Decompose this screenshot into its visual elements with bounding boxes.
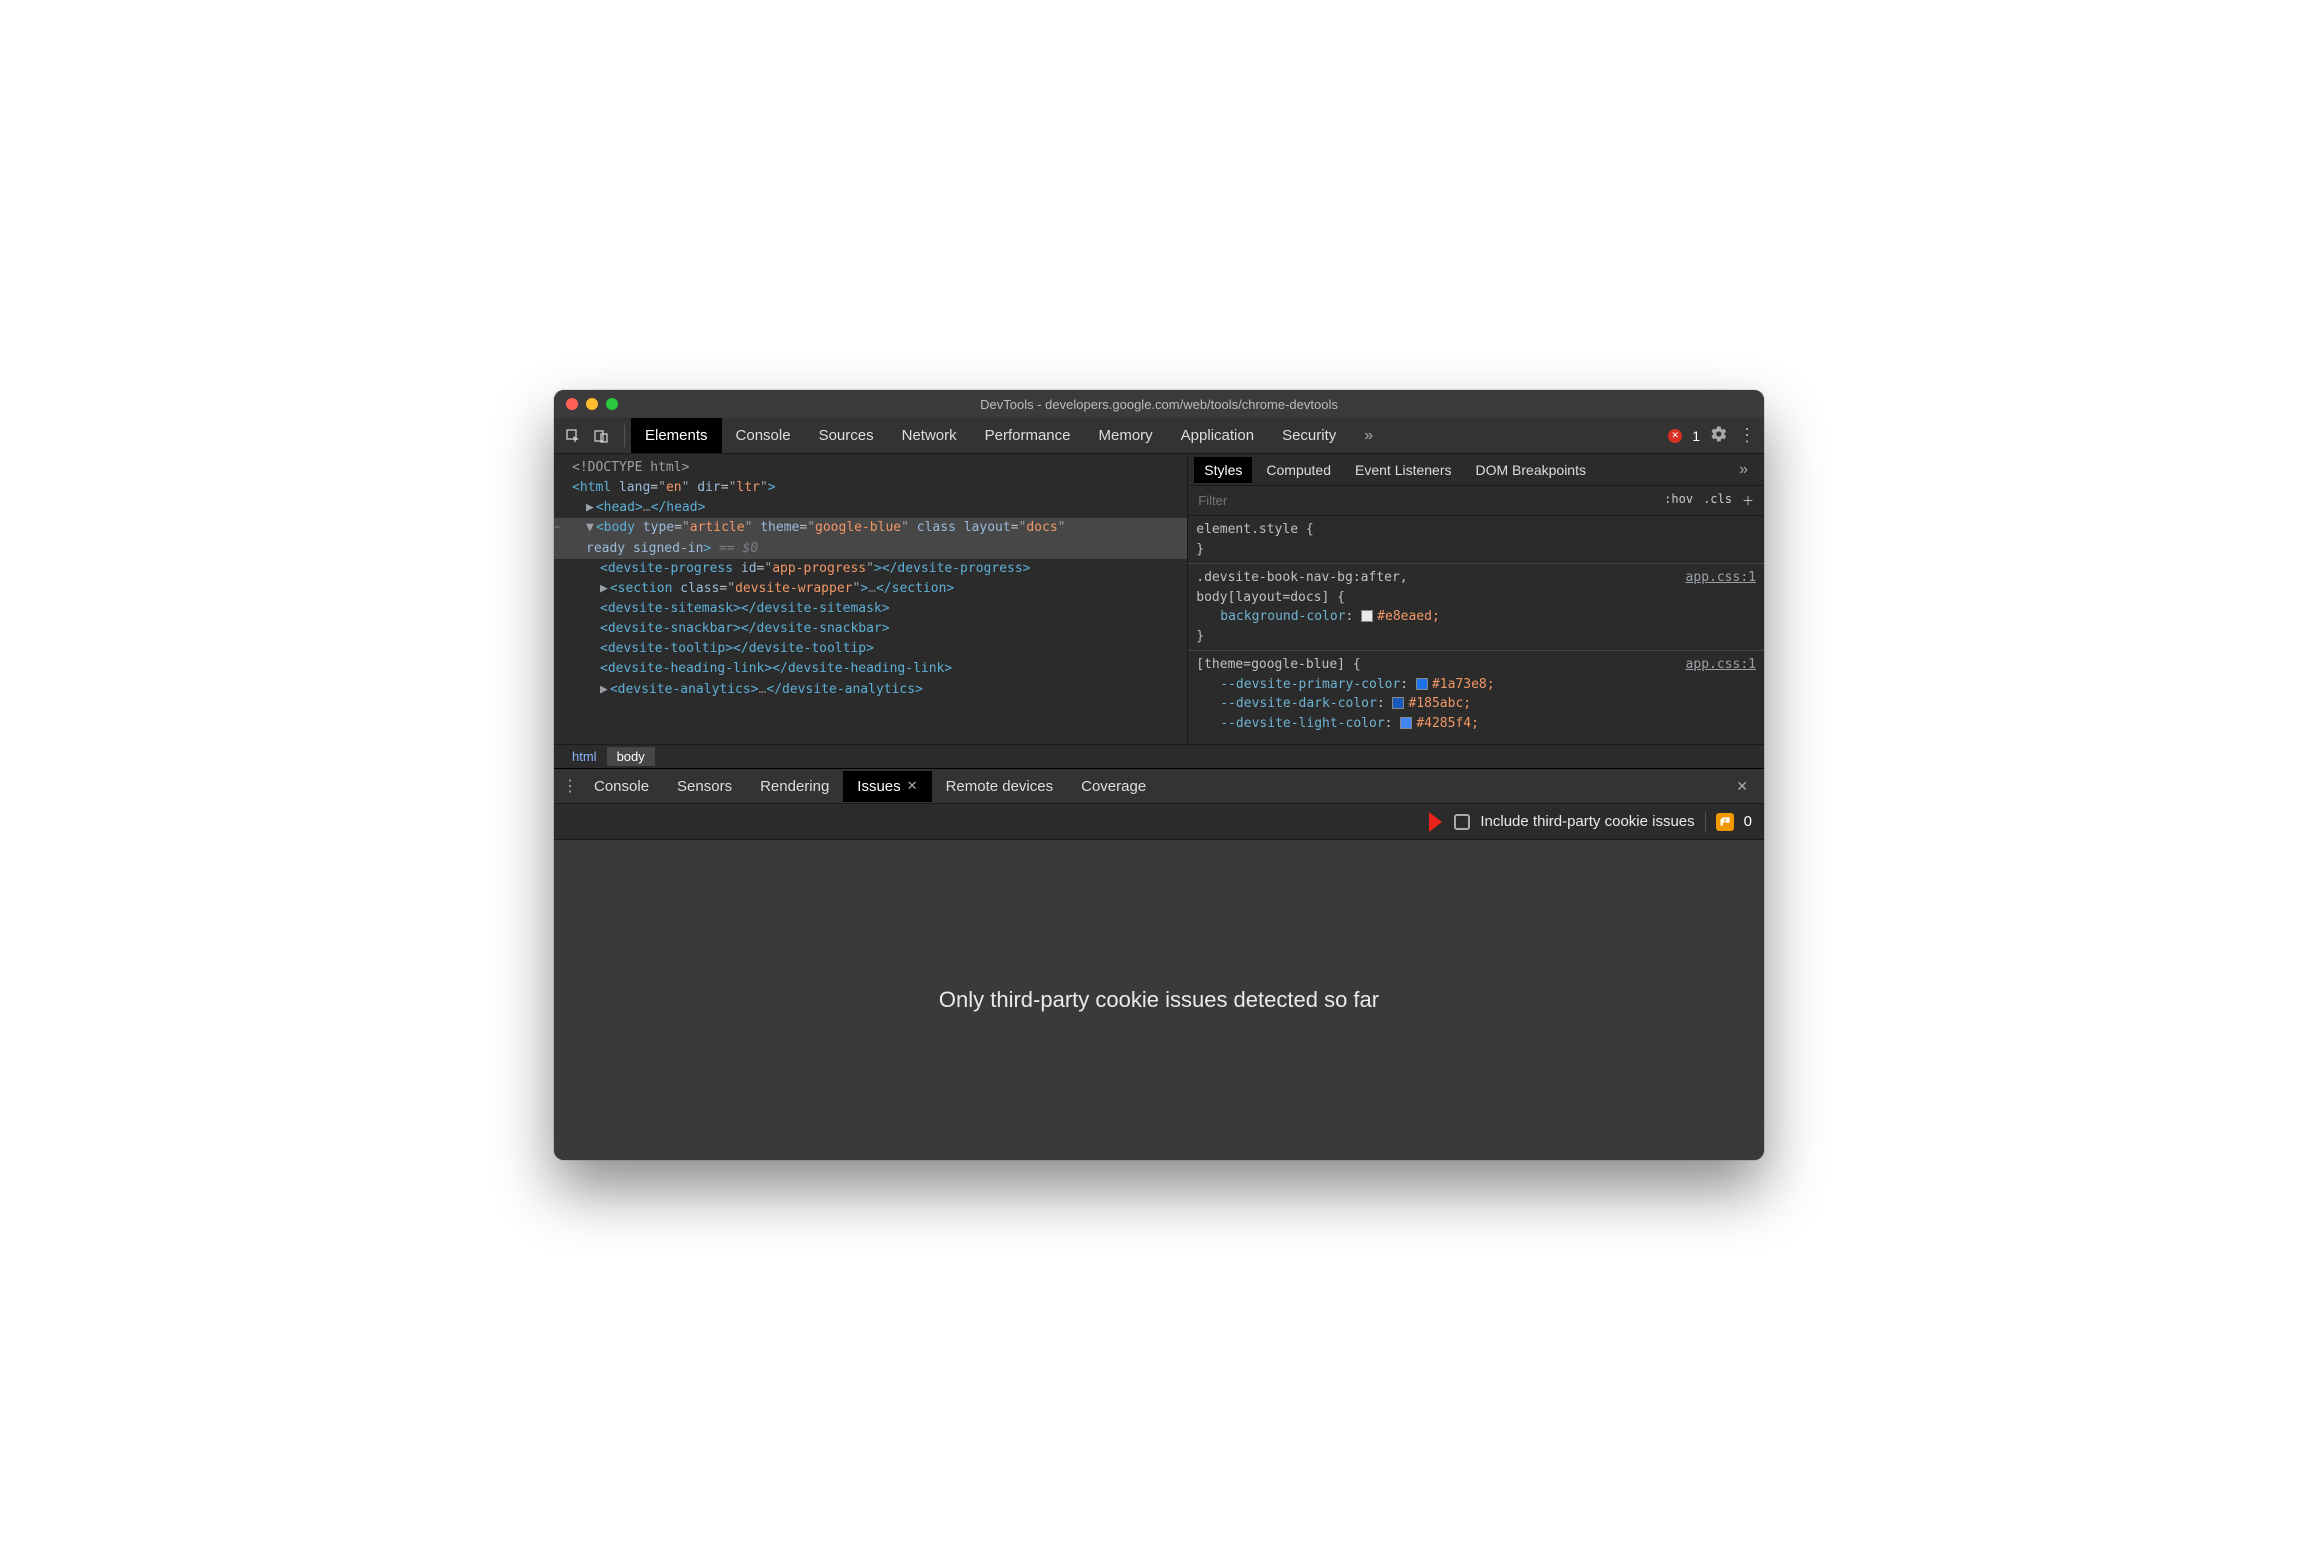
drawer-menu-icon[interactable]: ⋮ bbox=[560, 776, 580, 796]
main-split: <!DOCTYPE html> <html lang="en" dir="ltr… bbox=[554, 454, 1764, 744]
third-party-checkbox-label: Include third-party cookie issues bbox=[1480, 813, 1694, 830]
titlebar: DevTools - developers.google.com/web/too… bbox=[554, 390, 1764, 418]
inspect-icon[interactable] bbox=[562, 425, 584, 447]
kebab-menu-icon[interactable]: ⋮ bbox=[1738, 425, 1756, 446]
new-rule-button[interactable]: ＋ bbox=[1742, 492, 1754, 509]
dom-line[interactable]: ▶<head>…</head> bbox=[554, 498, 1187, 518]
traffic-lights bbox=[554, 398, 618, 410]
crumb-html[interactable]: html bbox=[562, 747, 607, 766]
styles-filter-actions: :hov .cls ＋ bbox=[1664, 492, 1764, 509]
issues-empty-message: Only third-party cookie issues detected … bbox=[939, 987, 1379, 1013]
drawer-tab-sensors[interactable]: Sensors bbox=[663, 771, 746, 802]
separator bbox=[1705, 812, 1706, 832]
close-window-button[interactable] bbox=[566, 398, 578, 410]
tab-security[interactable]: Security bbox=[1268, 418, 1350, 453]
styles-filter-row: :hov .cls ＋ bbox=[1188, 486, 1764, 516]
cls-toggle[interactable]: .cls bbox=[1703, 492, 1732, 509]
drawer-tab-remote-devices[interactable]: Remote devices bbox=[932, 771, 1068, 802]
styles-pane: Styles Computed Event Listeners DOM Brea… bbox=[1187, 454, 1764, 744]
more-tabs[interactable]: » bbox=[1350, 418, 1387, 453]
drawer-tab-console[interactable]: Console bbox=[580, 771, 663, 802]
dom-line[interactable]: <devsite-heading-link></devsite-heading-… bbox=[554, 659, 1187, 679]
hov-toggle[interactable]: :hov bbox=[1664, 492, 1693, 509]
dom-line[interactable]: <devsite-snackbar></devsite-snackbar> bbox=[554, 619, 1187, 639]
panel-tabs: Elements Console Sources Network Perform… bbox=[631, 418, 1387, 453]
third-party-checkbox[interactable] bbox=[1454, 814, 1470, 830]
minimize-window-button[interactable] bbox=[586, 398, 598, 410]
issues-toolbar: Include third-party cookie issues 0 bbox=[554, 804, 1764, 840]
dom-line[interactable]: <devsite-progress id="app-progress"></de… bbox=[554, 559, 1187, 579]
subtab-dom-breakpoints[interactable]: DOM Breakpoints bbox=[1466, 457, 1596, 483]
tab-performance[interactable]: Performance bbox=[971, 418, 1085, 453]
separator bbox=[624, 425, 625, 447]
dom-line[interactable]: <devsite-sitemask></devsite-sitemask> bbox=[554, 599, 1187, 619]
tab-sources[interactable]: Sources bbox=[805, 418, 888, 453]
main-toolbar: Elements Console Sources Network Perform… bbox=[554, 418, 1764, 454]
source-link[interactable]: app.css:1 bbox=[1686, 655, 1756, 675]
dom-line[interactable]: <devsite-tooltip></devsite-tooltip> bbox=[554, 639, 1187, 659]
dom-line[interactable]: <!DOCTYPE html> bbox=[554, 458, 1187, 478]
subtab-event-listeners[interactable]: Event Listeners bbox=[1345, 457, 1462, 483]
error-badge-icon[interactable] bbox=[1668, 429, 1682, 443]
drawer-tabs: ⋮ Console Sensors Rendering Issues✕ Remo… bbox=[554, 768, 1764, 804]
source-link[interactable]: app.css:1 bbox=[1686, 568, 1756, 588]
tab-network[interactable]: Network bbox=[888, 418, 971, 453]
tab-console[interactable]: Console bbox=[722, 418, 805, 453]
toolbar-right: 1 ⋮ bbox=[1668, 425, 1756, 446]
styles-filter-input[interactable] bbox=[1188, 493, 1664, 508]
zoom-window-button[interactable] bbox=[606, 398, 618, 410]
crumb-body[interactable]: body bbox=[607, 747, 655, 766]
drawer-tab-issues[interactable]: Issues✕ bbox=[843, 771, 931, 802]
window-title: DevTools - developers.google.com/web/too… bbox=[554, 397, 1764, 412]
dom-line[interactable]: ▶<devsite-analytics>…</devsite-analytics… bbox=[554, 680, 1187, 700]
tab-application[interactable]: Application bbox=[1167, 418, 1268, 453]
styles-rules[interactable]: element.style { } .devsite-book-nav-bg:a… bbox=[1188, 516, 1764, 744]
dom-line[interactable]: ▶<section class="devsite-wrapper">…</sec… bbox=[554, 579, 1187, 599]
subtab-computed[interactable]: Computed bbox=[1256, 457, 1341, 483]
subtab-styles[interactable]: Styles bbox=[1194, 457, 1252, 483]
dom-line[interactable]: <html lang="en" dir="ltr"> bbox=[554, 478, 1187, 498]
tab-elements[interactable]: Elements bbox=[631, 418, 722, 453]
styles-subtabs: Styles Computed Event Listeners DOM Brea… bbox=[1188, 454, 1764, 486]
close-icon[interactable]: ✕ bbox=[907, 778, 918, 794]
drawer-tab-rendering[interactable]: Rendering bbox=[746, 771, 843, 802]
annotation-arrow-icon bbox=[1394, 802, 1444, 842]
error-count: 1 bbox=[1692, 428, 1700, 444]
subtab-more[interactable]: » bbox=[1729, 456, 1758, 484]
dom-breadcrumbs: html body bbox=[554, 744, 1764, 768]
issues-panel: Only third-party cookie issues detected … bbox=[554, 840, 1764, 1160]
dom-line-selected[interactable]: ready signed-in> == $0 bbox=[554, 539, 1187, 559]
dom-tree[interactable]: <!DOCTYPE html> <html lang="en" dir="ltr… bbox=[554, 454, 1187, 744]
devtools-window: DevTools - developers.google.com/web/too… bbox=[554, 390, 1764, 1160]
dom-line-selected[interactable]: ⋯ ▼<body type="article" theme="google-bl… bbox=[554, 518, 1187, 538]
drawer-close-icon[interactable]: ✕ bbox=[1736, 778, 1758, 795]
tab-memory[interactable]: Memory bbox=[1085, 418, 1167, 453]
drawer-tab-coverage[interactable]: Coverage bbox=[1067, 771, 1160, 802]
device-toolbar-icon[interactable] bbox=[590, 425, 612, 447]
issue-count: 0 bbox=[1744, 813, 1752, 830]
issue-badge-icon[interactable] bbox=[1716, 813, 1734, 831]
settings-icon[interactable] bbox=[1710, 425, 1728, 446]
